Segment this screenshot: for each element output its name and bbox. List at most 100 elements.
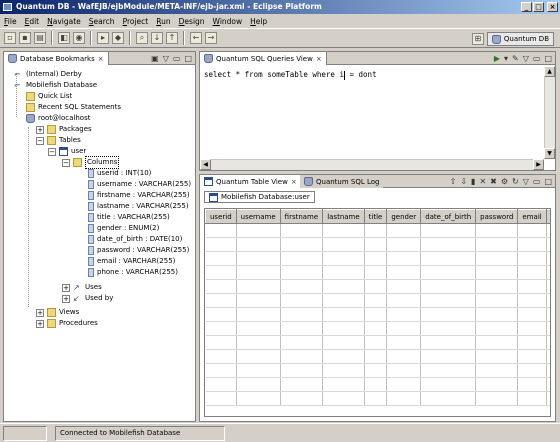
close-tab-icon[interactable]: × [291, 178, 297, 186]
tree-node-column[interactable]: title : VARCHAR(255) [88, 212, 170, 223]
column-header[interactable]: phone [545, 209, 550, 224]
tab-table-view[interactable]: Quantum Table View × [200, 175, 302, 188]
execute-icon[interactable]: ▶ [494, 54, 500, 63]
menu-project[interactable]: Project [123, 17, 149, 26]
menu-edit[interactable]: Edit [25, 17, 40, 26]
horizontal-scrollbar[interactable]: ◀ ▶ [200, 159, 544, 170]
column-header[interactable]: firstname [279, 209, 324, 224]
back-icon[interactable]: ← [190, 32, 202, 44]
minimize-view-icon[interactable]: ▭ [533, 54, 541, 63]
column-header[interactable]: lastname [322, 209, 365, 224]
tree-node-column[interactable]: userid : INT(10) [88, 168, 151, 179]
maximize-view-icon[interactable]: □ [544, 54, 552, 63]
tree-node-internal-derby[interactable]: ⌐ (Internal) Derby [14, 69, 82, 80]
debug-icon[interactable]: ◉ [73, 32, 85, 44]
sql-editor[interactable]: select * from someTable where i = dont [201, 66, 543, 158]
column-header[interactable]: date_of_birth [420, 209, 477, 224]
tree-node-column[interactable]: date_of_birth : DATE(10) [88, 234, 182, 245]
column-header[interactable]: username [235, 209, 281, 224]
tree-node-column[interactable]: lastname : VARCHAR(255) [88, 201, 189, 212]
column-header[interactable]: userid [205, 209, 237, 224]
forward-icon[interactable]: → [205, 32, 217, 44]
close-tab-icon[interactable]: × [98, 55, 104, 63]
minimize-view-icon[interactable]: ▭ [533, 177, 541, 186]
column-header[interactable]: gender [386, 209, 422, 224]
tree-node-user-table[interactable]: − user [48, 146, 86, 157]
tree-node-recent-sql[interactable]: Recent SQL Statements [26, 102, 121, 113]
tree-node-root-localhost[interactable]: root@localhost [26, 113, 90, 124]
tree-node-column[interactable]: username : VARCHAR(255) [88, 179, 191, 190]
tree-node-mobilefish-database[interactable]: ⌐ Mobilefish Database [14, 80, 97, 91]
menu-navigate[interactable]: Navigate [47, 17, 81, 26]
tree-node-quick-list[interactable]: Quick List [26, 91, 72, 102]
maximize-view-icon[interactable]: □ [184, 54, 192, 63]
column-header[interactable]: email [517, 209, 547, 224]
scroll-down-icon[interactable]: ▼ [544, 148, 555, 159]
tree-node-column[interactable]: firstname : VARCHAR(255) [88, 190, 190, 201]
maximize-view-icon[interactable]: □ [544, 177, 552, 186]
tree-node-procedures[interactable]: + Procedures [36, 318, 98, 329]
open-type-icon[interactable]: ◧ [58, 32, 70, 44]
view-menu-icon[interactable]: ▽ [523, 177, 529, 186]
tree-node-tables[interactable]: − Tables [36, 135, 81, 146]
vertical-scrollbar[interactable]: ▲ ▼ [544, 66, 555, 159]
page-down-icon[interactable]: ⇩ [460, 177, 467, 186]
tab-sql-log[interactable]: Quantum SQL Log [300, 175, 384, 188]
menu-run[interactable]: Run [156, 17, 170, 26]
tree-node-column[interactable]: password : VARCHAR(255) [88, 245, 189, 256]
save-icon[interactable]: ▮ [471, 177, 475, 186]
minimize-button[interactable]: _ [521, 2, 532, 12]
open-perspective-icon[interactable]: ⊞ [471, 33, 484, 45]
print-icon[interactable]: ▤ [34, 32, 46, 44]
close-button[interactable]: × [547, 2, 558, 12]
expand-icon[interactable]: + [36, 319, 44, 328]
expand-icon[interactable]: + [36, 125, 44, 134]
view-toolbar-icon[interactable]: ▣ [151, 54, 159, 63]
tab-sql-queries[interactable]: Quantum SQL Queries View × [200, 52, 327, 65]
result-tab[interactable]: Mobilefish Database:user [204, 191, 315, 203]
refresh-icon[interactable]: ↻ [512, 177, 519, 186]
expand-icon[interactable]: + [62, 283, 70, 292]
tree-node-used-by[interactable]: + ↙ Used by [62, 293, 113, 304]
close-tab-icon[interactable]: × [316, 55, 322, 63]
collapse-icon[interactable]: − [36, 136, 44, 145]
search-icon[interactable]: ⌕ [136, 32, 148, 44]
save-icon[interactable]: ▪ [19, 32, 31, 44]
tree-node-column[interactable]: phone : VARCHAR(255) [88, 267, 178, 278]
delete-icon[interactable]: ✖ [490, 177, 497, 186]
edit-icon[interactable]: ✎ [512, 54, 519, 63]
scroll-up-icon[interactable]: ▲ [544, 66, 555, 77]
dropdown-icon[interactable]: ▾ [504, 54, 508, 63]
run-icon[interactable]: ▸ [97, 32, 109, 44]
minimize-view-icon[interactable]: ▭ [173, 54, 181, 63]
view-menu-icon[interactable]: ▽ [163, 54, 169, 63]
page-up-icon[interactable]: ⇧ [450, 177, 457, 186]
view-menu-icon[interactable]: ▽ [523, 54, 529, 63]
menu-search[interactable]: Search [89, 17, 115, 26]
next-annotation-icon[interactable]: ↓ [151, 32, 163, 44]
tree-node-column[interactable]: gender : ENUM(2) [88, 223, 159, 234]
maximize-button[interactable]: □ [533, 2, 544, 12]
close-all-icon[interactable]: ✕ [479, 177, 486, 186]
menu-window[interactable]: Window [213, 17, 243, 26]
filter-icon[interactable]: ⚙ [501, 177, 508, 186]
menu-file[interactable]: File [4, 17, 17, 26]
column-header[interactable]: title [363, 209, 388, 224]
external-tools-icon[interactable]: ◆ [112, 32, 124, 44]
column-header[interactable]: password [475, 209, 519, 224]
collapse-icon[interactable]: − [62, 158, 70, 167]
tree-node-columns[interactable]: − Columns [62, 156, 120, 169]
perspective-button-quantum-db[interactable]: Quantum DB [486, 32, 554, 46]
new-icon[interactable]: ▫ [4, 32, 16, 44]
tree-node-packages[interactable]: + Packages [36, 124, 92, 135]
tree-node-column[interactable]: email : VARCHAR(255) [88, 256, 175, 267]
menu-help[interactable]: Help [250, 17, 267, 26]
tree-node-views[interactable]: + Views [36, 307, 79, 318]
tree-node-uses[interactable]: + ↗ Uses [62, 282, 102, 293]
collapse-icon[interactable]: − [48, 147, 56, 156]
scroll-left-icon[interactable]: ◀ [200, 159, 211, 170]
menu-design[interactable]: Design [179, 17, 205, 26]
tab-database-bookmarks[interactable]: Database Bookmarks × [4, 52, 109, 65]
expand-icon[interactable]: + [36, 308, 44, 317]
expand-icon[interactable]: + [62, 294, 70, 303]
